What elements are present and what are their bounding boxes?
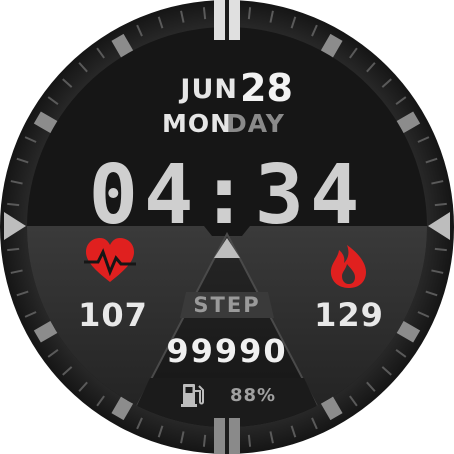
battery-value: 88% bbox=[230, 385, 277, 406]
weekday-second-part: DAY bbox=[226, 109, 285, 138]
steps-value: 99990 bbox=[166, 332, 288, 370]
digital-time: 04:34 bbox=[88, 148, 366, 243]
heart-rate-value: 107 bbox=[78, 296, 148, 334]
date-day: 28 bbox=[240, 66, 293, 110]
steps-label: STEP bbox=[193, 293, 261, 317]
marker-6-gap bbox=[225, 418, 229, 454]
weekday-first-part: MON bbox=[162, 109, 233, 138]
marker-12-gap bbox=[225, 0, 229, 40]
calories-value: 129 bbox=[314, 296, 384, 334]
fuel-pump-icon bbox=[181, 384, 204, 407]
date-month: JUN bbox=[180, 74, 238, 105]
